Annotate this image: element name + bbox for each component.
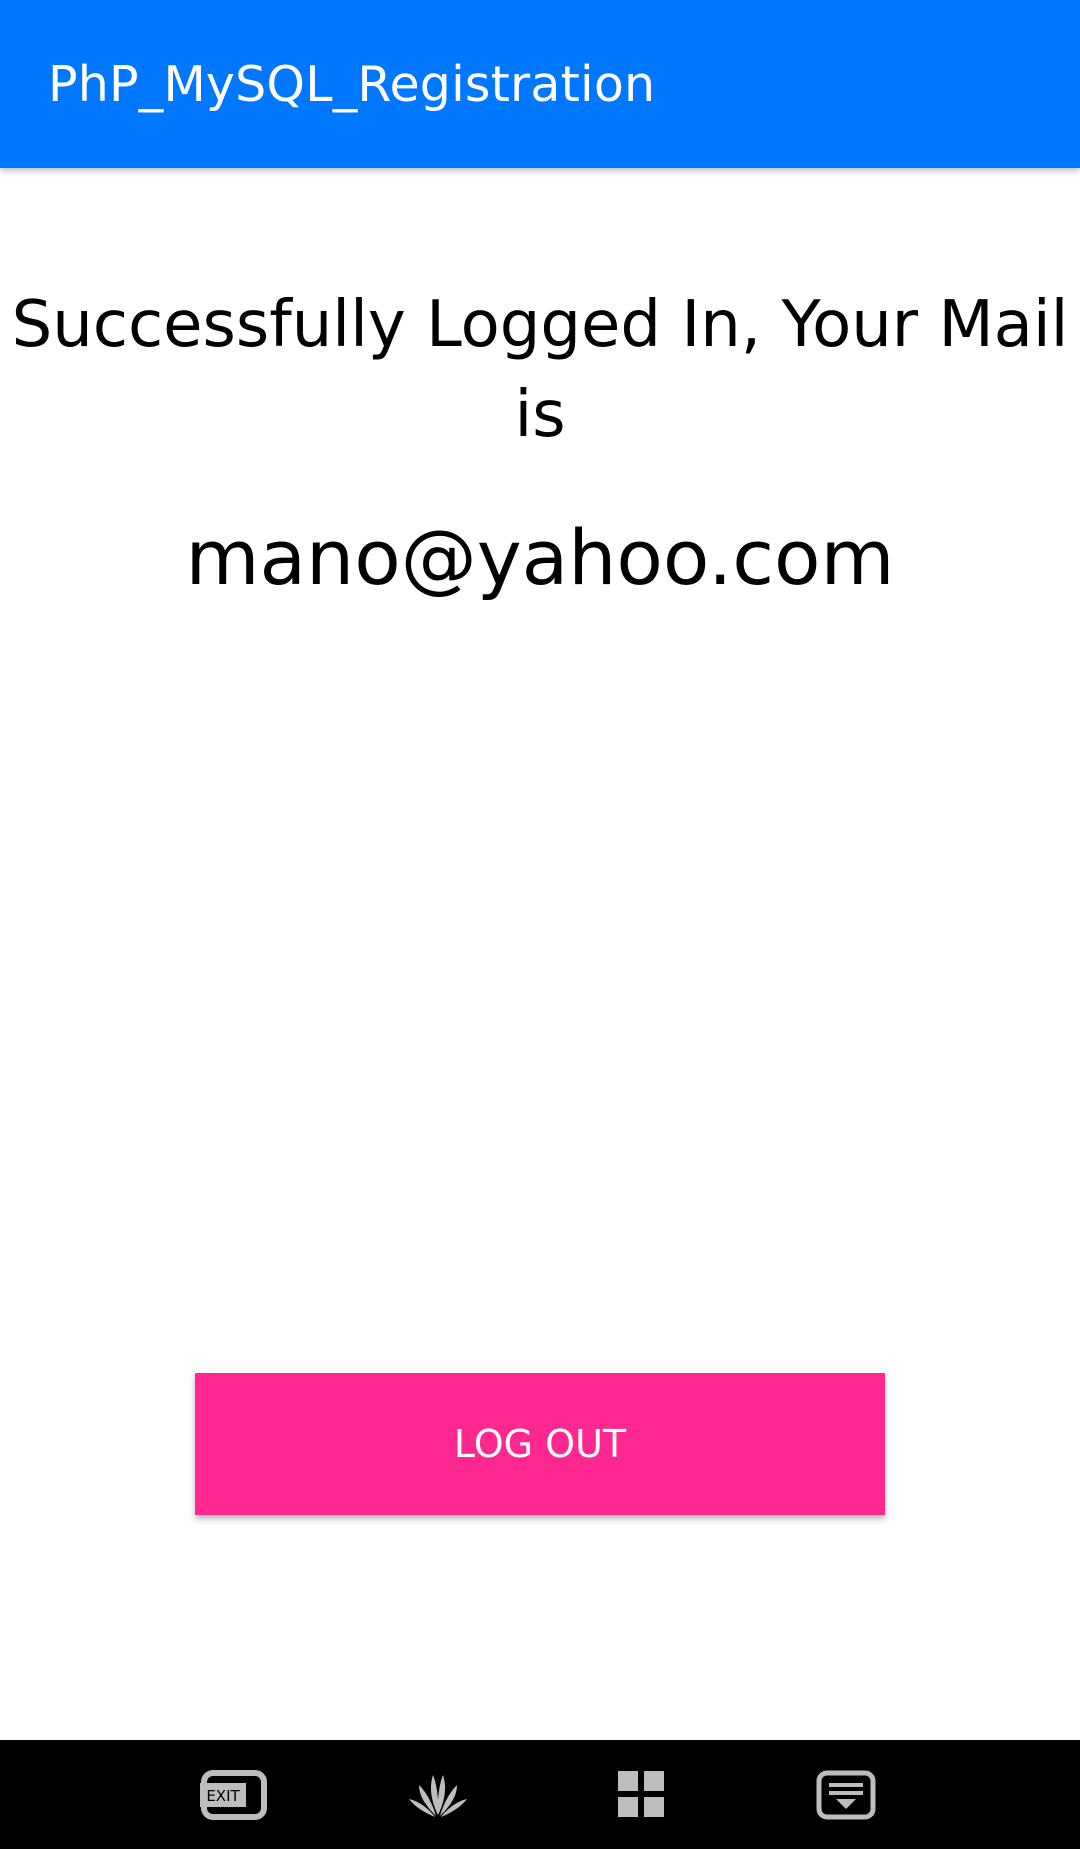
huawei-logo-icon[interactable] <box>388 1740 488 1849</box>
keyboard-hide-icon[interactable] <box>796 1740 896 1849</box>
app-screen: PhP_MySQL_Registration Successfully Logg… <box>0 0 1080 1849</box>
system-navigation-bar: EXIT <box>0 1740 1080 1849</box>
main-content: Successfully Logged In, Your Mail is man… <box>0 168 1080 1740</box>
grid-icon[interactable] <box>592 1740 692 1849</box>
logout-button[interactable]: LOG OUT <box>195 1373 885 1515</box>
exit-icon-label: EXIT <box>206 1787 240 1805</box>
login-success-message: Successfully Logged In, Your Mail is <box>11 288 1069 452</box>
app-title: PhP_MySQL_Registration <box>48 55 656 113</box>
user-email: mano@yahoo.com <box>185 513 895 602</box>
app-bar: PhP_MySQL_Registration <box>0 0 1080 168</box>
exit-icon[interactable]: EXIT <box>184 1740 284 1849</box>
